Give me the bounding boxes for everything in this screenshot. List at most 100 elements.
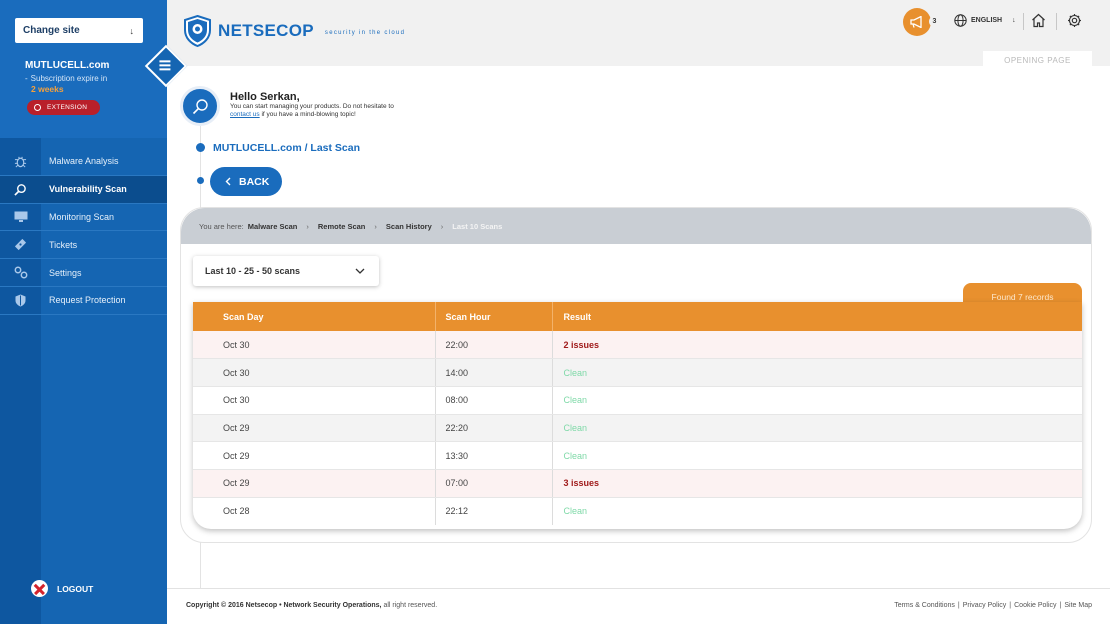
scan-day-cell: Oct 29: [193, 469, 436, 498]
brand-logo[interactable]: NETSECOP security in the cloud: [184, 15, 405, 47]
column-header[interactable]: Result: [552, 302, 1082, 331]
greeting-text-2: contact us if you have a mind-blowing to…: [230, 111, 356, 118]
hamburger-icon: [159, 60, 171, 72]
back-button[interactable]: BACK: [210, 167, 282, 196]
chevron-down-icon: ↓: [129, 25, 135, 36]
gear-icon[interactable]: [1067, 13, 1082, 33]
chevron-left-icon: [225, 177, 231, 186]
scan-hour-cell: 22:00: [435, 331, 553, 360]
logout-button[interactable]: LOGOUT: [31, 580, 93, 597]
search-icon: [192, 98, 208, 114]
greeting-text: You can start managing your products. Do…: [230, 103, 394, 110]
globe-icon: [954, 14, 967, 27]
monitor-icon: [0, 211, 41, 223]
subscription-remaining: 2 weeks: [31, 84, 64, 94]
scan-hour-cell: 14:00: [435, 358, 553, 387]
clock-icon: [34, 104, 41, 111]
sidebar-item-settings[interactable]: Settings: [0, 259, 167, 287]
scan-day-cell: Oct 30: [193, 386, 436, 415]
language-selector[interactable]: ENGLISH ↓: [954, 14, 1016, 27]
sidebar-item-label: Settings: [49, 267, 82, 278]
chevron-right-icon: ›: [306, 221, 309, 231]
footer-divider: [167, 588, 1110, 589]
breadcrumb-current: Last 10 Scans: [452, 221, 503, 231]
settings-icon: [0, 266, 41, 279]
extension-button[interactable]: EXTENSION: [27, 100, 100, 115]
logo-tagline: security in the cloud: [324, 29, 406, 36]
change-site-dropdown[interactable]: Change site ↓: [15, 18, 143, 43]
scan-table: Scan Day Scan Hour Result Oct 30 22:00 2…: [193, 302, 1082, 529]
breadcrumb-item[interactable]: Scan History: [386, 222, 432, 231]
breadcrumb-item[interactable]: Remote Scan: [318, 222, 366, 231]
result-cell: Clean: [552, 358, 1082, 387]
table-row[interactable]: Oct 28 22:12 Clean: [193, 497, 1082, 525]
back-label: BACK: [239, 175, 270, 188]
contact-us-link[interactable]: contact us: [230, 111, 260, 118]
sidebar-item-monitoring-scan[interactable]: Monitoring Scan: [0, 204, 167, 232]
terms-link[interactable]: Terms & Conditions: [894, 602, 955, 609]
ticket-icon: [0, 238, 41, 251]
timeline-dot: [197, 177, 204, 184]
extension-label: EXTENSION: [47, 104, 88, 111]
privacy-policy-link[interactable]: Privacy Policy: [963, 602, 1007, 609]
sidebar-item-request-protection[interactable]: Request Protection: [0, 287, 167, 315]
greeting-title: Hello Serkan,: [230, 91, 300, 103]
subscription-text: - Subscription expire in: [25, 74, 108, 83]
result-cell: 3 issues: [552, 469, 1082, 498]
clean-status: Clean: [563, 367, 588, 378]
scan-day-cell: Oct 28: [193, 497, 436, 525]
sidebar-item-malware-analysis[interactable]: Malware Analysis: [0, 148, 167, 176]
chevron-down-icon: ↓: [1012, 17, 1016, 24]
home-icon[interactable]: [1031, 13, 1046, 33]
sidebar-nav: Malware Analysis Vulnerability Scan Moni…: [0, 148, 167, 315]
table-row[interactable]: Oct 29 22:20 Clean: [193, 414, 1082, 443]
sidebar-item-label: Vulnerability Scan: [49, 184, 127, 195]
scan-hour-cell: 08:00: [435, 386, 553, 415]
breadcrumb: You are here: Malware Scan › Remote Scan…: [181, 208, 1091, 244]
notifications-button[interactable]: [903, 8, 931, 36]
footer-links: Terms & Conditions | Privacy Policy | Cook…: [894, 602, 1092, 609]
magnifier-icon: [0, 183, 41, 196]
sidebar-item-label: Request Protection: [49, 295, 126, 306]
column-header[interactable]: Scan Hour: [435, 302, 553, 331]
result-cell: Clean: [552, 386, 1082, 415]
close-icon: [31, 580, 48, 597]
issues-link[interactable]: 3 issues: [564, 478, 600, 488]
sidebar-item-tickets[interactable]: Tickets: [0, 231, 167, 260]
breadcrumb-item[interactable]: Malware Scan: [248, 222, 298, 231]
table-row[interactable]: Oct 30 14:00 Clean: [193, 358, 1082, 387]
scan-hour-cell: 07:00: [435, 469, 553, 498]
table-row[interactable]: Oct 30 08:00 Clean: [193, 386, 1082, 415]
shield-icon: [0, 294, 41, 307]
sidebar-item-label: Malware Analysis: [49, 156, 119, 167]
site-map-link[interactable]: Site Map: [1064, 602, 1092, 609]
search-badge: [180, 86, 220, 126]
scan-day-cell: Oct 30: [193, 331, 436, 360]
bug-icon: [0, 155, 41, 168]
language-label: ENGLISH: [971, 17, 1003, 24]
table-row[interactable]: Oct 29 07:00 3 issues: [193, 469, 1082, 498]
table-row[interactable]: Oct 30 22:00 2 issues: [193, 331, 1082, 360]
megaphone-icon: [910, 16, 922, 28]
scan-count-select[interactable]: Last 10 - 25 - 50 scans: [193, 256, 379, 286]
clean-status: Clean: [563, 422, 588, 433]
scan-day-cell: Oct 29: [193, 414, 436, 443]
cookie-policy-link[interactable]: Cookie Policy: [1014, 602, 1056, 609]
tab-opening-page[interactable]: OPENING PAGE: [983, 51, 1092, 66]
shield-logo-icon: [184, 15, 211, 47]
clean-status: Clean: [563, 506, 588, 517]
scan-hour-cell: 22:20: [435, 414, 553, 443]
timeline-dot: [196, 143, 205, 152]
scan-count-value: Last 10 - 25 - 50 scans: [205, 266, 301, 276]
chevron-right-icon: ›: [374, 221, 377, 231]
table-row[interactable]: Oct 29 13:30 Clean: [193, 441, 1082, 470]
notification-count-badge: 3: [929, 16, 940, 27]
sidebar-item-vulnerability-scan[interactable]: Vulnerability Scan: [0, 175, 167, 204]
result-cell: 2 issues: [552, 331, 1082, 360]
sidebar-item-label: Tickets: [49, 239, 78, 250]
column-header[interactable]: Scan Day: [193, 302, 436, 331]
top-header: NETSECOP security in the cloud 3 ENGLISH…: [167, 0, 1110, 66]
scan-day-cell: Oct 29: [193, 441, 436, 470]
issues-link[interactable]: 2 issues: [564, 340, 600, 350]
change-site-label: Change site: [23, 25, 80, 36]
